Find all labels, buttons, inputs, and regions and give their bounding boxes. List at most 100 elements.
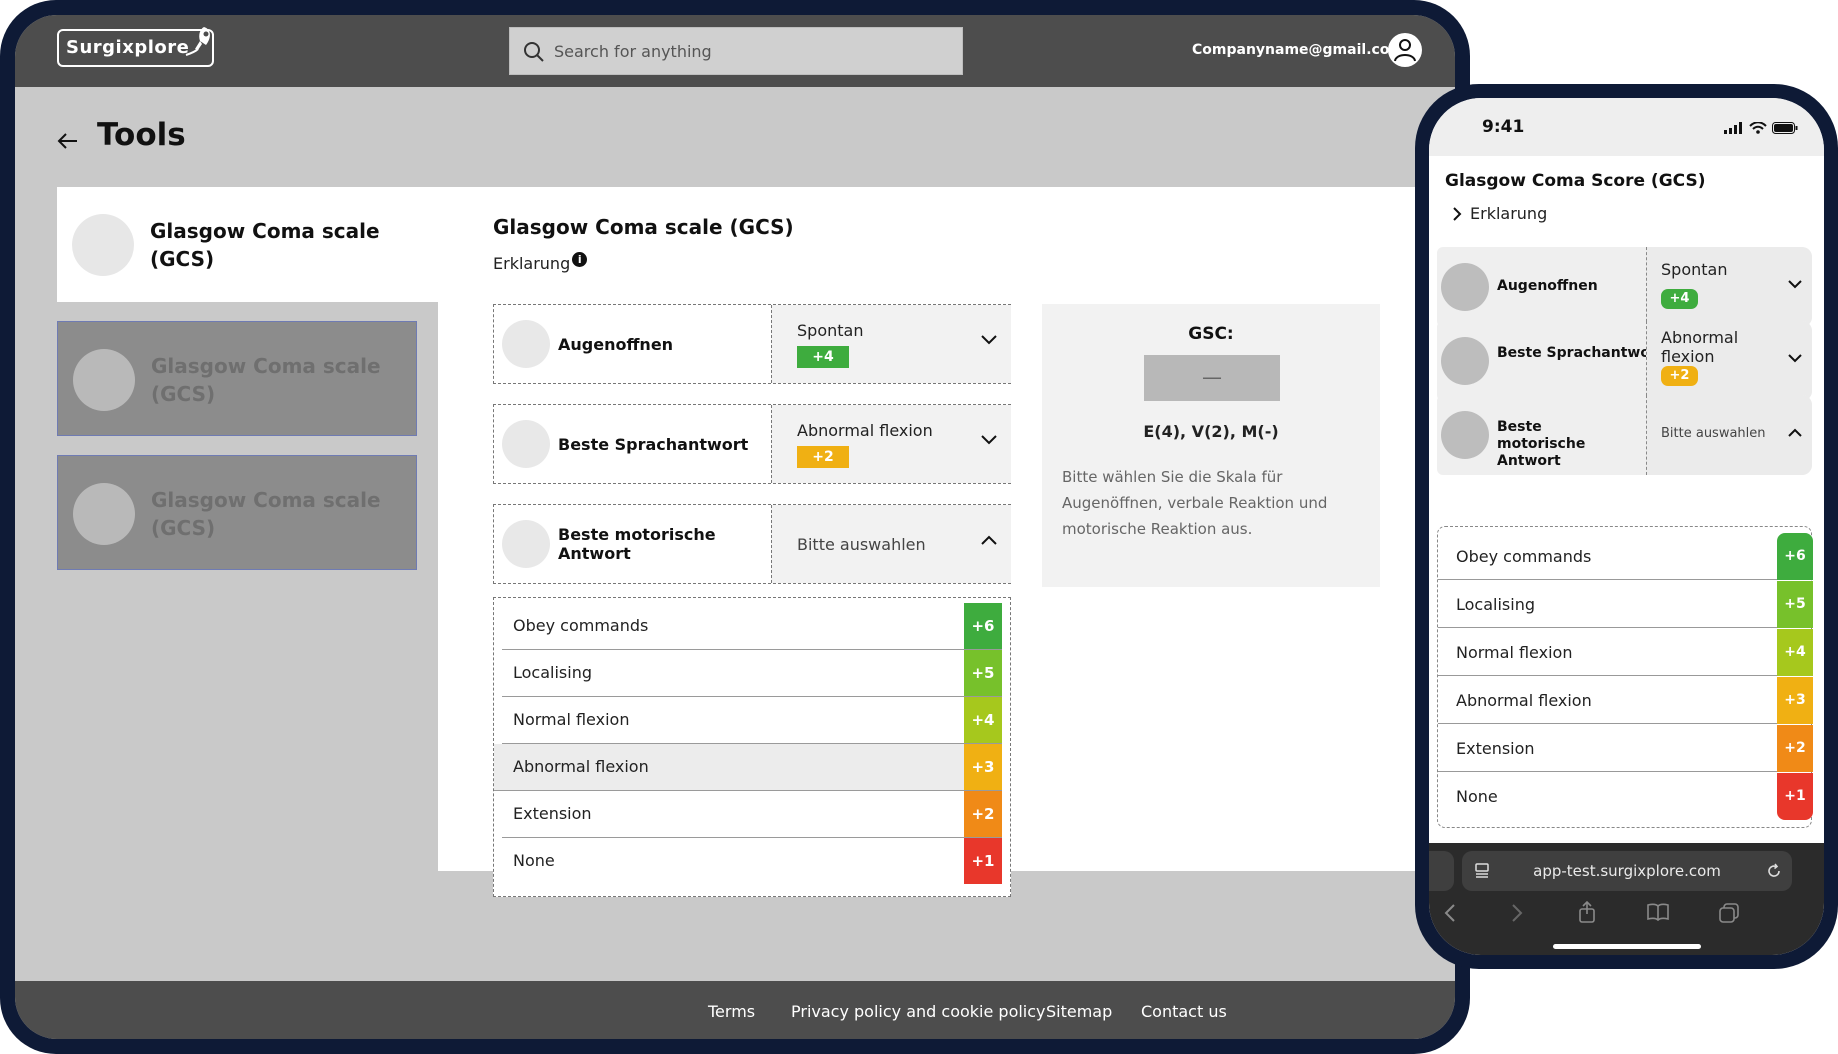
select-placeholder: Bitte auswahlen bbox=[1661, 426, 1766, 441]
option-normal-flexion[interactable]: Normal flexion +4 bbox=[502, 697, 1002, 744]
home-indicator[interactable] bbox=[1553, 944, 1701, 949]
surgixplore-logo[interactable]: Surgixplore bbox=[57, 27, 214, 67]
phone-question-motor-response: Beste motorische Antwort Bitte auswahlen bbox=[1437, 395, 1812, 475]
search-bar[interactable] bbox=[509, 27, 963, 75]
question-verbal-response: Beste Sprachantwort Abnormal flexion +2 bbox=[493, 404, 1011, 484]
motor-response-select[interactable]: Bitte auswahlen bbox=[771, 505, 1011, 583]
user-icon bbox=[1394, 39, 1416, 62]
signal-icon bbox=[1723, 122, 1742, 134]
option-label: Normal flexion bbox=[513, 710, 630, 729]
footer-link-terms[interactable]: Terms bbox=[708, 1002, 755, 1021]
footer-link-contact[interactable]: Contact us bbox=[1141, 1002, 1227, 1021]
previous-tab-preview[interactable] bbox=[1429, 851, 1454, 891]
score-badge: +2 bbox=[797, 446, 849, 468]
status-time: 9:41 bbox=[1482, 117, 1525, 137]
gsc-title: GSC: bbox=[1188, 324, 1234, 344]
phone-explanation-toggle[interactable]: Erklarung bbox=[1452, 204, 1547, 223]
option-score: +5 bbox=[1777, 581, 1813, 628]
footer-link-sitemap[interactable]: Sitemap bbox=[1046, 1002, 1112, 1021]
option-extension[interactable]: Extension +2 bbox=[502, 791, 1002, 838]
explanation-label: Erklarung bbox=[1470, 204, 1548, 223]
wifi-icon bbox=[1749, 121, 1767, 134]
sidebar-item-gcs[interactable]: Glasgow Coma scale (GCS) bbox=[57, 321, 417, 436]
selected-value: Spontan bbox=[797, 321, 864, 340]
question-thumbnail bbox=[502, 520, 550, 568]
option-abnormal-flexion[interactable]: Abnormal flexion +3 bbox=[494, 744, 1002, 791]
phone-motor-response-select[interactable]: Bitte auswahlen bbox=[1646, 395, 1812, 475]
sidebar-item-label: Glasgow Coma scale (GCS) bbox=[151, 354, 381, 406]
address-bar[interactable]: app-test.surgixplore.com bbox=[1462, 851, 1792, 891]
rocket-icon bbox=[185, 27, 210, 56]
option-label: Extension bbox=[513, 804, 592, 823]
browser-toolbar: app-test.surgixplore.com bbox=[1429, 843, 1824, 955]
selected-value: Spontan bbox=[1661, 260, 1728, 279]
desktop-device-frame: Surgixplore Companyname@gmail.com bbox=[0, 0, 1470, 1054]
tool-thumbnail bbox=[72, 214, 134, 276]
gsc-description: Bitte wählen Sie die Skala für Augenöffn… bbox=[1062, 468, 1328, 538]
footer: Terms Privacy policy and cookie policy S… bbox=[15, 981, 1455, 1039]
logo-text: Surgixplore bbox=[66, 37, 190, 58]
search-input[interactable] bbox=[554, 28, 954, 74]
option-score: +6 bbox=[1777, 533, 1813, 580]
score-badge: +2 bbox=[1661, 366, 1698, 386]
share-icon[interactable] bbox=[1578, 901, 1596, 923]
chevron-down-icon bbox=[1788, 354, 1802, 363]
footer-link-privacy[interactable]: Privacy policy and cookie policy bbox=[791, 1002, 1046, 1021]
question-label: Beste Sprachantwort bbox=[1497, 345, 1664, 361]
option-score: +1 bbox=[964, 838, 1002, 884]
tool-thumbnail bbox=[73, 349, 135, 411]
question-label: Beste motorische Antwort bbox=[1497, 419, 1586, 469]
sidebar-item-gcs[interactable]: Glasgow Coma scale (GCS) bbox=[57, 455, 417, 570]
chevron-down-icon bbox=[1788, 280, 1802, 289]
option-score: +4 bbox=[964, 697, 1002, 743]
option-none[interactable]: None +1 bbox=[1438, 773, 1813, 820]
chevron-down-icon bbox=[981, 335, 997, 345]
phone-eye-opening-select[interactable]: Spontan +4 bbox=[1646, 247, 1812, 327]
option-score: +1 bbox=[1777, 773, 1813, 820]
sidebar-item-gcs-active[interactable]: Glasgow Coma scale (GCS) bbox=[57, 187, 438, 302]
explanation-link[interactable]: Erklarung i bbox=[493, 252, 588, 273]
user-avatar[interactable] bbox=[1388, 33, 1422, 67]
option-label: Localising bbox=[1456, 595, 1535, 614]
reload-icon[interactable] bbox=[1766, 863, 1782, 879]
question-motor-response: Beste motorische Antwort Bitte auswahlen bbox=[493, 504, 1011, 584]
option-localising[interactable]: Localising +5 bbox=[1438, 581, 1813, 628]
page-title: Tools bbox=[97, 117, 186, 153]
option-score: +4 bbox=[1777, 629, 1813, 676]
bookmarks-icon[interactable] bbox=[1647, 903, 1669, 921]
option-none[interactable]: None +1 bbox=[502, 838, 1002, 885]
eye-opening-select[interactable]: Spontan +4 bbox=[771, 305, 1011, 383]
desktop-screen: Surgixplore Companyname@gmail.com bbox=[15, 15, 1455, 1039]
back-arrow-icon[interactable] bbox=[57, 131, 79, 151]
question-label: Beste motorische Antwort bbox=[558, 525, 716, 563]
verbal-response-select[interactable]: Abnormal flexion +2 bbox=[771, 405, 1011, 483]
browser-forward-icon[interactable] bbox=[1511, 903, 1523, 923]
option-normal-flexion[interactable]: Normal flexion +4 bbox=[1438, 629, 1813, 676]
phone-verbal-response-select[interactable]: Abnormal flexion +2 bbox=[1646, 321, 1812, 401]
gsc-formula: E(4), V(2), M(-) bbox=[1143, 422, 1279, 441]
phone-question-eye-opening: Augenoffnen Spontan +4 bbox=[1437, 247, 1812, 327]
option-obey-commands[interactable]: Obey commands +6 bbox=[502, 603, 1002, 650]
chevron-up-icon bbox=[981, 535, 997, 545]
chevron-down-icon bbox=[981, 435, 997, 445]
selected-value: Abnormal flexion bbox=[1661, 328, 1739, 366]
question-label: Augenoffnen bbox=[1497, 278, 1598, 294]
question-eye-opening: Augenoffnen Spontan +4 bbox=[493, 304, 1011, 384]
sidebar-item-label: Glasgow Coma scale (GCS) bbox=[151, 488, 381, 540]
question-thumbnail bbox=[1441, 337, 1489, 385]
option-extension[interactable]: Extension +2 bbox=[1438, 725, 1813, 772]
tabs-icon[interactable] bbox=[1719, 903, 1739, 923]
option-abnormal-flexion[interactable]: Abnormal flexion +3 bbox=[1438, 677, 1813, 724]
info-icon[interactable]: i bbox=[572, 252, 588, 267]
option-label: None bbox=[1456, 787, 1498, 806]
option-localising[interactable]: Localising +5 bbox=[502, 650, 1002, 697]
option-obey-commands[interactable]: Obey commands +6 bbox=[1438, 533, 1813, 580]
tool-title: Glasgow Coma scale (GCS) bbox=[493, 215, 794, 239]
browser-back-icon[interactable] bbox=[1444, 903, 1456, 923]
option-label: Extension bbox=[1456, 739, 1535, 758]
score-badge: +4 bbox=[797, 346, 849, 368]
search-icon bbox=[524, 42, 544, 62]
phone-device-frame: 9:41 Glasgow Coma Score (GCS) Erklarung … bbox=[1415, 84, 1838, 969]
top-navigation-bar: Surgixplore Companyname@gmail.com bbox=[15, 15, 1455, 87]
question-thumbnail bbox=[502, 420, 550, 468]
